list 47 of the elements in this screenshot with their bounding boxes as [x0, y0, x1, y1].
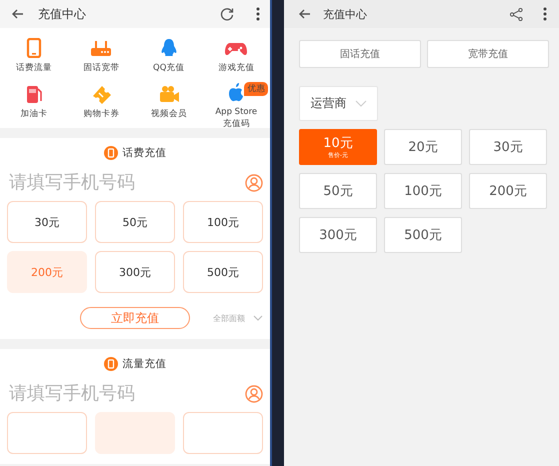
amount-option[interactable]: 300元: [95, 251, 175, 293]
amount-option[interactable]: 100元: [183, 201, 263, 243]
phone-number-field[interactable]: 请填写手机号码: [7, 383, 245, 404]
amount-option[interactable]: 300元: [299, 217, 377, 253]
category-label[interactable]: 话费流量: [16, 62, 52, 74]
category-label[interactable]: 游戏充值: [218, 62, 254, 74]
recharge-type-button[interactable]: 固话充值: [299, 40, 421, 68]
phone-number-field[interactable]: 请填写手机号码: [7, 172, 245, 193]
fuel-card-icon: [24, 84, 43, 104]
penguin-icon: [158, 38, 179, 58]
more-icon[interactable]: [543, 7, 547, 21]
page-title: 充值中心: [38, 6, 87, 22]
apple-icon: [227, 82, 246, 102]
phone-icon: [24, 38, 43, 58]
share-icon[interactable]: [510, 8, 523, 20]
discount-badge: 优惠: [244, 82, 268, 96]
amount-option[interactable]: 200元: [469, 173, 547, 209]
router-icon: [90, 38, 112, 58]
phone-badge-icon: [104, 357, 118, 371]
video-camera-icon: [158, 84, 180, 104]
amount-option[interactable]: 500元: [183, 251, 263, 293]
section-title: 流量充值: [122, 357, 166, 371]
category-label[interactable]: App Store 充值码: [215, 106, 258, 130]
amount-option[interactable]: 50元: [299, 173, 377, 209]
back-icon[interactable]: [12, 9, 24, 19]
amount-option[interactable]: 20元: [384, 129, 462, 165]
more-icon[interactable]: [256, 7, 260, 21]
category-label[interactable]: 视频会员: [150, 108, 187, 120]
back-icon[interactable]: [299, 9, 311, 19]
recharge-type-button[interactable]: 宽带充值: [427, 40, 549, 68]
category-label[interactable]: 购物卡券: [83, 108, 120, 120]
amount-option[interactable]: 500元: [384, 217, 462, 253]
amount-option[interactable]: 30元: [7, 201, 87, 243]
amount-option[interactable]: 50元: [95, 201, 175, 243]
phone-badge-icon: [104, 146, 118, 160]
amount-option[interactable]: 100元: [384, 173, 462, 209]
category-label[interactable]: 固话宽带: [83, 62, 120, 74]
refresh-icon[interactable]: [220, 7, 234, 21]
carrier-dropdown[interactable]: 运营商: [299, 86, 378, 121]
category-label[interactable]: QQ充值: [153, 62, 184, 74]
category-label[interactable]: 加油卡: [20, 108, 48, 120]
chevron-down-icon: [354, 100, 366, 107]
section-title: 话费充值: [122, 146, 166, 160]
amount-option[interactable]: 30元: [469, 129, 547, 165]
ticket-icon: [90, 84, 112, 104]
page-title: 充值中心: [323, 6, 368, 22]
gamepad-icon: [225, 40, 248, 58]
